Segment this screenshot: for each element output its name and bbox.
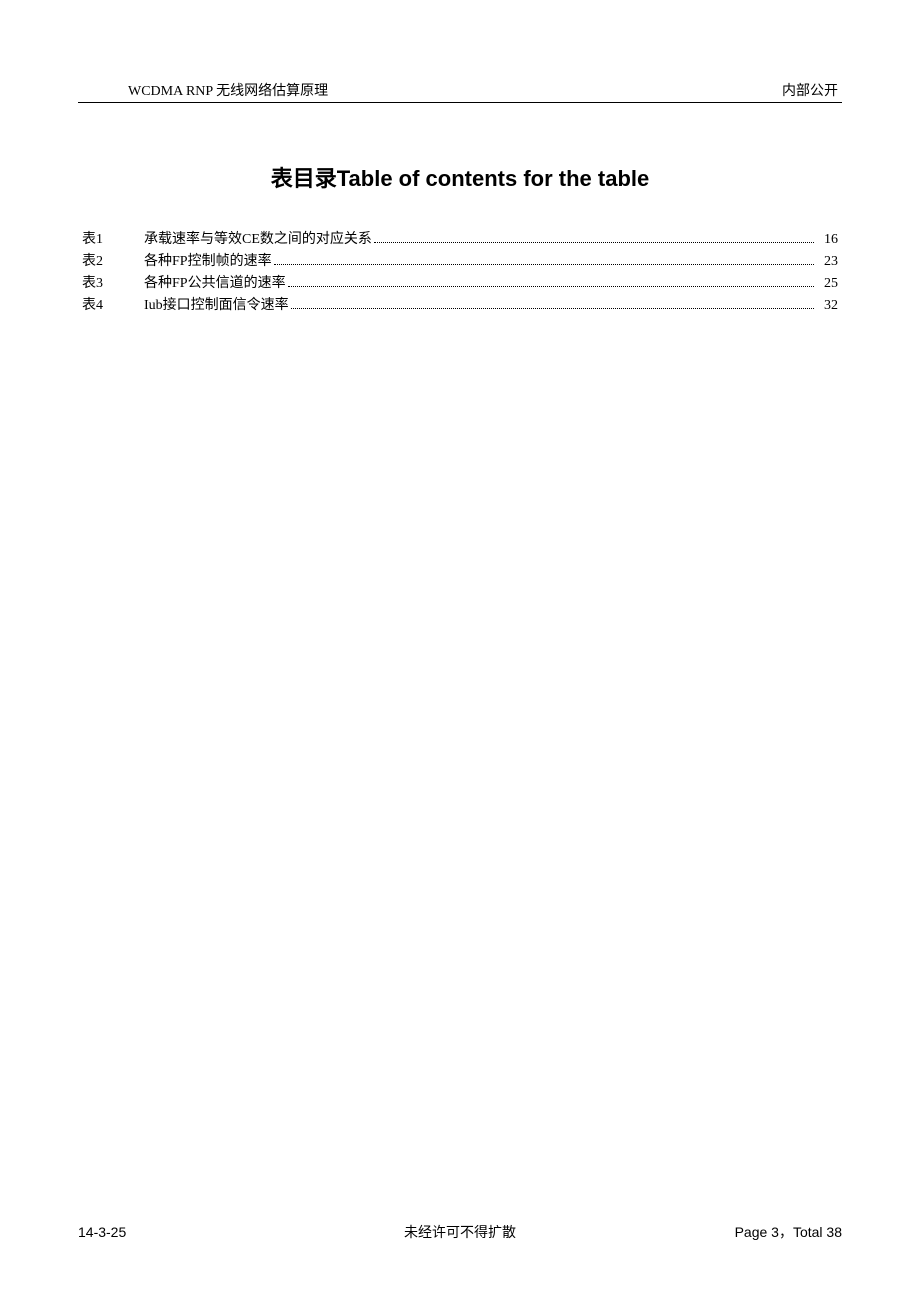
toc-entry: 表2 各种FP控制帧的速率 23 (82, 251, 838, 272)
toc-leader-dots (374, 242, 814, 243)
toc-label: 表2 (82, 251, 144, 272)
toc-page-number: 16 (818, 229, 838, 250)
toc-title: Iub接口控制面信令速率 (144, 295, 289, 316)
toc-label: 表3 (82, 273, 144, 294)
page-header: WCDMA RNP 无线网络估算原理 内部公开 (78, 80, 842, 103)
toc-entry: 表4 Iub接口控制面信令速率 32 (82, 295, 838, 316)
header-left-text: WCDMA RNP 无线网络估算原理 (78, 80, 328, 100)
header-right-text: 内部公开 (782, 80, 842, 100)
toc-title: 各种FP公共信道的速率 (144, 273, 286, 294)
toc-page-number: 32 (818, 295, 838, 316)
toc-label: 表1 (82, 229, 144, 250)
page-footer: 14-3-25 未经许可不得扩散 Page 3，Total 38 (78, 1222, 842, 1242)
toc-title: 各种FP控制帧的速率 (144, 251, 272, 272)
document-page: WCDMA RNP 无线网络估算原理 内部公开 表目录Table of cont… (0, 0, 920, 1302)
footer-page-info: Page 3，Total 38 (735, 1222, 842, 1242)
toc-title: 承载速率与等效CE数之间的对应关系 (144, 229, 372, 250)
toc-leader-dots (288, 286, 814, 287)
toc-page-number: 25 (818, 273, 838, 294)
toc-entry: 表1 承载速率与等效CE数之间的对应关系 16 (82, 229, 838, 250)
page-title: 表目录Table of contents for the table (78, 161, 842, 193)
footer-date: 14-3-25 (78, 1224, 126, 1240)
footer-confidentiality: 未经许可不得扩散 (404, 1222, 516, 1242)
toc-leader-dots (274, 264, 814, 265)
toc-label: 表4 (82, 295, 144, 316)
toc-page-number: 23 (818, 251, 838, 272)
toc-entry: 表3 各种FP公共信道的速率 25 (82, 273, 838, 294)
table-of-contents: 表1 承载速率与等效CE数之间的对应关系 16 表2 各种FP控制帧的速率 23… (78, 229, 842, 316)
toc-leader-dots (291, 308, 814, 309)
